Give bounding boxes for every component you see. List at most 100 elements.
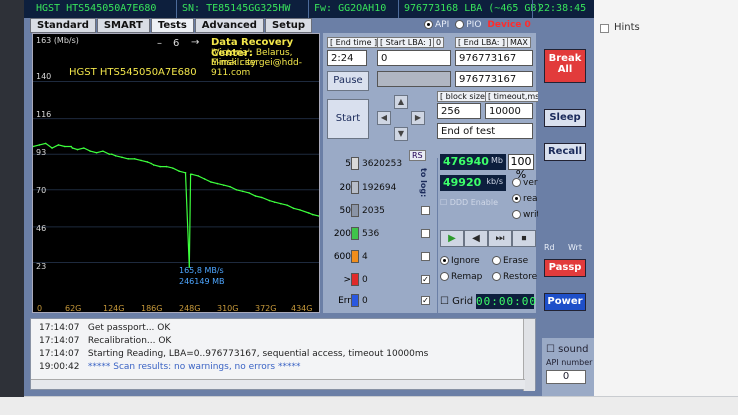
pio-label: PIO (466, 20, 482, 30)
speed-point (235, 188, 238, 191)
radio-icon (492, 256, 501, 265)
cursor-speed: 165,8 MB/s (179, 266, 224, 275)
end-lba-max-button[interactable]: MAX (507, 37, 531, 48)
skip-icon[interactable]: ⏭ (488, 230, 512, 247)
victoria-window: HGST HTS545050A7E680 SN: TE85145GG325HW … (24, 0, 594, 396)
end-lba-field-2[interactable]: 976773167 (455, 71, 533, 87)
end-lba-field[interactable]: 976773167 (455, 50, 533, 66)
ddd-enable-label: DDD Enable (449, 198, 498, 207)
arrow-left-icon[interactable]: ◀ (377, 111, 391, 125)
test-control-panel: [ End time ] 2:24 [ Start LBA: ] 0 0 [ E… (323, 33, 549, 158)
speed-point (172, 167, 174, 169)
log-time: 17:14:07 (39, 323, 80, 333)
sound-checkbox[interactable]: ☐ sound (546, 344, 589, 355)
log-checkbox[interactable]: ✓ (421, 275, 430, 284)
timeout-select[interactable]: 10000 (485, 103, 533, 119)
grid-checkbox[interactable]: ☐ Grid (440, 296, 473, 307)
y-unit-label: 163 (Mb/s) (36, 36, 79, 45)
back-icon[interactable]: ◀ (464, 230, 488, 247)
speed-point (229, 185, 231, 188)
y-tick-label: 46 (36, 224, 47, 233)
speed-point (44, 142, 47, 145)
api-number-field[interactable]: 0 (546, 370, 586, 384)
log-checkbox[interactable] (421, 229, 430, 238)
tab-tests[interactable]: Tests (150, 18, 194, 33)
speed-point (63, 145, 66, 148)
tab-advanced[interactable]: Advanced (194, 18, 264, 33)
api-radio[interactable]: API (424, 20, 449, 30)
x-tick-label: 186G (141, 304, 163, 313)
ignore-radio[interactable]: Ignore (440, 256, 480, 266)
pause-button[interactable]: Pause (327, 71, 369, 91)
play-icon[interactable]: ▶ (440, 230, 464, 247)
speed-point (159, 165, 161, 168)
block-swatch (351, 250, 359, 263)
remap-label: Remap (451, 272, 483, 282)
end-action-select[interactable]: End of test (437, 123, 533, 139)
block-count: 4 (362, 252, 368, 262)
sleep-button[interactable]: Sleep (544, 109, 586, 127)
y-tick-label: 140 (36, 72, 52, 81)
speed-point (127, 158, 130, 160)
arrow-right-icon[interactable]: ▶ (411, 111, 425, 125)
tab-smart[interactable]: SMART (96, 18, 150, 33)
speed-point (165, 165, 168, 168)
speed-point (146, 161, 149, 163)
start-button[interactable]: Start (327, 99, 369, 139)
y-tick-label: 23 (36, 262, 47, 271)
log-entry: 19:00:42 ***** Scan results: no warnings… (39, 362, 300, 375)
tab-standard[interactable]: Standard (30, 18, 96, 33)
restore-radio[interactable]: Restore (492, 272, 537, 282)
drive-firmware: Fw: GG2OAH10 (314, 3, 387, 14)
hints-label: Hints (614, 22, 640, 33)
speed-point (273, 201, 276, 203)
speed-point (210, 181, 212, 183)
hints-checkbox[interactable] (600, 24, 609, 33)
direction-pad[interactable]: ▲ ◀ ▶ ▼ (377, 95, 425, 141)
passp-button[interactable]: Passp (544, 259, 586, 277)
end-icon[interactable]: ⏹ (512, 230, 536, 247)
end-time-field[interactable]: 2:24 (327, 50, 367, 66)
tab-bar: Standard SMART Tests Advanced Setup (30, 18, 313, 33)
remap-radio[interactable]: Remap (440, 272, 482, 282)
break-all-button[interactable]: Break All (544, 49, 586, 83)
block-threshold: 20 (339, 183, 351, 193)
speed-point (89, 150, 91, 152)
radio-icon (440, 272, 449, 281)
block-size-select[interactable]: 256 (437, 103, 481, 119)
start-lba-field[interactable]: 0 (377, 50, 451, 66)
divider (398, 0, 399, 18)
block-swatch (351, 273, 359, 286)
arrow-up-icon[interactable]: ▲ (394, 95, 408, 109)
divider (532, 0, 533, 18)
arrow-right-icon[interactable]: → (191, 37, 199, 48)
current-speed-unit: kb/s (486, 177, 503, 186)
scanned-mb-value: 476940 (443, 155, 489, 168)
log-horizontal-scrollbar[interactable] (31, 379, 525, 389)
log-checkbox[interactable] (421, 252, 430, 261)
block-row-50: 50 2035 (325, 203, 435, 219)
drc-email: E-mail: sergei@hdd-911.com (211, 58, 303, 78)
arrow-down-icon[interactable]: ▼ (394, 127, 408, 141)
log-time: 19:00:42 (39, 362, 80, 372)
divider (176, 0, 177, 18)
pio-radio[interactable]: PIO (455, 20, 481, 30)
recall-button[interactable]: Recall (544, 143, 586, 161)
start-lba-tag: 0 (433, 37, 445, 48)
erase-radio[interactable]: Erase (492, 256, 528, 266)
speed-point (248, 192, 250, 194)
speed-point (150, 162, 153, 165)
ddd-enable-checkbox[interactable]: ☐ DDD Enable (440, 198, 498, 207)
x-tick-label: 0 (37, 304, 43, 313)
log-entry: 17:14:07 Recalibration... OK (39, 336, 171, 349)
speed-point (216, 182, 219, 185)
log-checkbox[interactable] (421, 206, 430, 215)
speed-point (51, 147, 53, 149)
results-panel: 476940 Mb 100 % 49920 kb/s ☐ DDD Enable … (438, 148, 548, 313)
x-tick-label: 248G (179, 304, 201, 313)
power-button[interactable]: Power (544, 293, 586, 311)
radio-icon (424, 20, 433, 29)
log-checkbox[interactable]: ✓ (421, 296, 430, 305)
tab-setup[interactable]: Setup (264, 18, 312, 33)
cursor-mb: 246149 MB (179, 277, 225, 286)
